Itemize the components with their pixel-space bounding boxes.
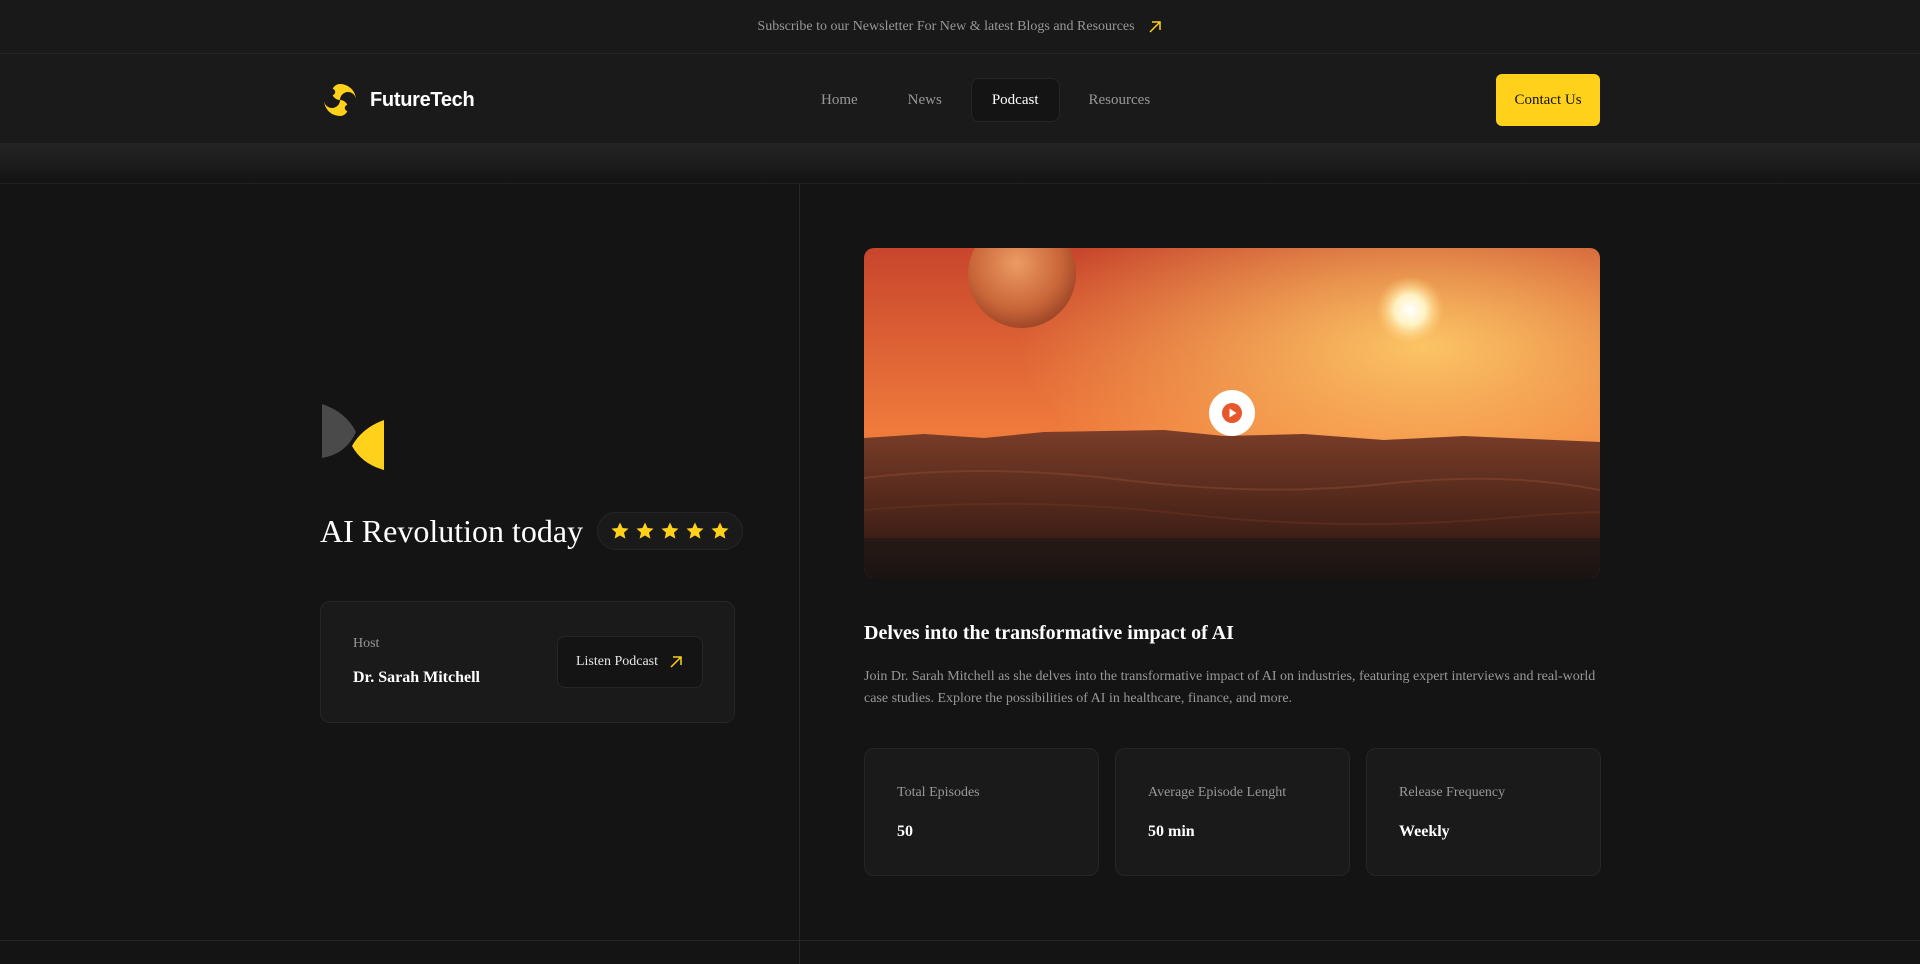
star-icon [611, 522, 629, 539]
nav-item-home[interactable]: Home [800, 78, 879, 122]
host-card: Host Dr. Sarah Mitchell Listen Podcast [320, 601, 735, 723]
host-label: Host [353, 636, 380, 651]
play-button[interactable] [1209, 390, 1255, 436]
episode-heading: Delves into the transformative impact of… [864, 622, 1234, 644]
episode-description: Join Dr. Sarah Mitchell as she delves in… [864, 669, 1596, 706]
rating-stars [597, 512, 744, 550]
column-divider [799, 184, 800, 964]
host-name: Dr. Sarah Mitchell [353, 669, 480, 686]
podcast-title-row: AI Revolution today [320, 512, 744, 550]
brand-name: FutureTech [370, 88, 475, 111]
newsletter-text[interactable]: Subscribe to our Newsletter For New & la… [757, 19, 1134, 35]
stat-total-episodes: Total Episodes 50 [864, 748, 1099, 876]
stat-release-frequency: Release Frequency Weekly [1366, 748, 1601, 876]
arrow-up-right-icon [1149, 20, 1161, 33]
nav-item-podcast[interactable]: Podcast [970, 78, 1060, 122]
nav-item-resources[interactable]: Resources [1068, 78, 1172, 122]
star-icon [711, 522, 729, 539]
navbar-shadow [0, 144, 1920, 184]
stat-value: Weekly [1399, 823, 1450, 840]
contact-us-button[interactable]: Contact Us [1496, 74, 1600, 126]
listen-podcast-button[interactable]: Listen Podcast [557, 636, 703, 688]
star-icon [661, 522, 679, 539]
star-icon [636, 522, 654, 539]
episode-video[interactable] [864, 248, 1600, 578]
newsletter-bar[interactable]: Subscribe to our Newsletter For New & la… [0, 0, 1920, 54]
main-menu: Home News Podcast Resources [800, 78, 1171, 122]
brand-logo[interactable]: FutureTech [320, 80, 475, 120]
nav-item-news[interactable]: News [887, 78, 963, 122]
listen-podcast-label: Listen Podcast [575, 654, 659, 669]
stat-label: Release Frequency [1399, 785, 1506, 800]
stat-value: 50 [897, 823, 913, 840]
stat-label: Total Episodes [897, 785, 980, 800]
stat-value: 50 min [1148, 823, 1195, 840]
star-icon [686, 522, 704, 539]
podcast-brand-icon [322, 404, 384, 470]
stat-label: Average Episode Lenght [1148, 785, 1287, 800]
play-icon [1222, 403, 1242, 423]
section-divider [0, 940, 1920, 941]
stat-average-length: Average Episode Lenght 50 min [1115, 748, 1350, 876]
arrow-up-right-icon [670, 656, 682, 668]
episode-stats: Total Episodes 50 Average Episode Lenght… [864, 748, 1601, 876]
futuretech-logo-icon [324, 84, 356, 116]
podcast-title: AI Revolution today [320, 512, 584, 549]
